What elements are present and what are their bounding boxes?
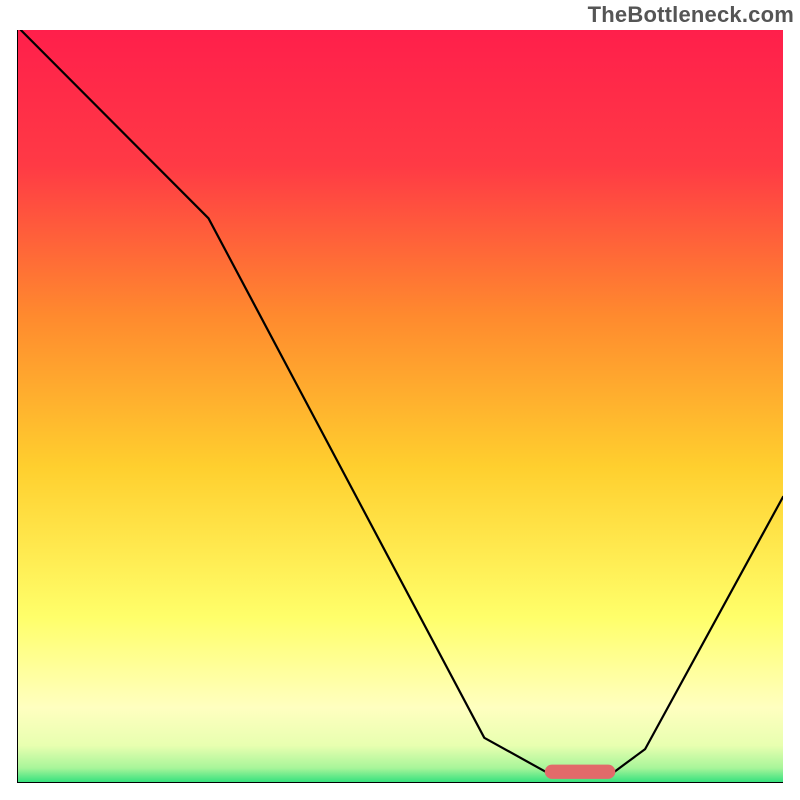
optimal-range-marker [545,765,616,779]
chart-svg [17,30,783,783]
plot-area [17,30,783,783]
watermark-text: TheBottleneck.com [588,2,794,28]
chart-container: TheBottleneck.com [0,0,800,800]
